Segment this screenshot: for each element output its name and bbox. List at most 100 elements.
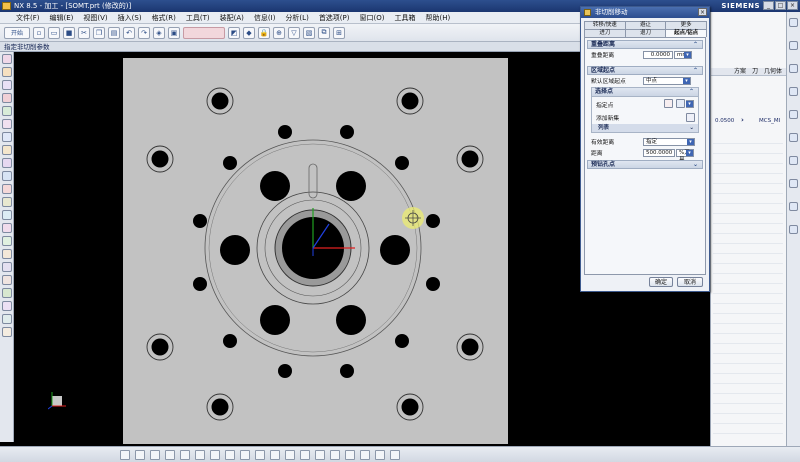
generate-toolpath-icon[interactable]: [1, 171, 12, 181]
tab-engage[interactable]: 进刀: [584, 29, 626, 37]
menu-insert[interactable]: 插入(S): [118, 13, 142, 23]
shaded-icon[interactable]: [180, 449, 190, 460]
tab-transfer-rapid[interactable]: 转移/快速: [584, 21, 626, 29]
list-icon[interactable]: [1, 314, 12, 324]
create-program-icon[interactable]: [1, 54, 12, 64]
pan-icon[interactable]: [150, 449, 160, 460]
create-operation-icon[interactable]: [1, 106, 12, 116]
cut-icon[interactable]: ✂: [78, 26, 90, 39]
wireframe-icon[interactable]: [195, 449, 205, 460]
reuse-library-icon[interactable]: [789, 110, 798, 119]
select-points-header[interactable]: 选择点 ⌃: [592, 88, 698, 97]
menu-help[interactable]: 帮助(H): [425, 13, 450, 23]
point-on-curve-icon[interactable]: [360, 449, 370, 460]
selection-filter-icon[interactable]: [225, 449, 235, 460]
close-icon[interactable]: ×: [698, 8, 707, 16]
menu-assembly[interactable]: 装配(A): [220, 13, 244, 23]
point-type-dropdown[interactable]: [686, 100, 694, 108]
create-tool-icon[interactable]: [1, 67, 12, 77]
layer-icon[interactable]: ▧: [303, 26, 315, 39]
zoom-icon[interactable]: [135, 449, 145, 460]
simulation-icon[interactable]: [1, 288, 12, 298]
point-type-icon[interactable]: [676, 99, 685, 108]
dialog-title-bar[interactable]: 非切削移动 ×: [581, 7, 709, 18]
operation-navigator-icon[interactable]: [789, 64, 798, 73]
default-start-select[interactable]: 中点: [643, 76, 691, 85]
lock-icon[interactable]: 🔒: [258, 26, 270, 39]
machine-navigator-icon[interactable]: [789, 87, 798, 96]
menu-info[interactable]: 信息(I): [254, 13, 276, 23]
nav-col-geometry[interactable]: 几何体: [764, 68, 782, 75]
feature-icon[interactable]: [1, 236, 12, 246]
overlap-unit-select[interactable]: mm: [674, 50, 692, 59]
intersection-point-icon[interactable]: [300, 449, 310, 460]
part-navigator-icon[interactable]: [789, 41, 798, 50]
palette-icon[interactable]: [789, 179, 798, 188]
view-icon[interactable]: ▣: [168, 26, 180, 39]
distance-input[interactable]: 500.0000: [643, 148, 675, 157]
overlap-input[interactable]: 0.0000: [643, 50, 673, 59]
close-window-button[interactable]: ×: [787, 1, 798, 10]
menu-edit[interactable]: 编辑(E): [50, 13, 74, 23]
method-view-icon[interactable]: [1, 158, 12, 168]
section-icon[interactable]: [210, 449, 220, 460]
control-point-icon[interactable]: [285, 449, 295, 460]
output-icon[interactable]: [1, 301, 12, 311]
create-method-icon[interactable]: [1, 93, 12, 103]
command-finder-icon[interactable]: ◈: [153, 26, 165, 39]
bounded-grid-icon[interactable]: [390, 449, 400, 460]
measure-icon[interactable]: ⊞: [333, 26, 345, 39]
navigator-rows[interactable]: [713, 134, 783, 434]
options-icon[interactable]: [1, 275, 12, 285]
system-materials-icon[interactable]: [789, 225, 798, 234]
verify-toolpath-icon[interactable]: [1, 197, 12, 207]
copy-view-icon[interactable]: ⧉: [318, 26, 330, 39]
menu-preferences[interactable]: 首选项(P): [319, 13, 350, 23]
start-button[interactable]: 开始: [4, 26, 30, 39]
new-file-icon[interactable]: ▫: [33, 26, 45, 39]
create-geometry-icon[interactable]: [1, 80, 12, 90]
chevron-up-icon[interactable]: ⌃: [693, 41, 698, 49]
misc-icon[interactable]: [1, 327, 12, 337]
valid-distance-select[interactable]: 指定: [643, 137, 695, 146]
menu-toolbox[interactable]: 工具箱: [394, 13, 415, 23]
assembly-navigator-icon[interactable]: [789, 18, 798, 27]
rotate-icon[interactable]: [165, 449, 175, 460]
snap-icon[interactable]: ⊕: [273, 26, 285, 39]
point-dialog-icon[interactable]: [664, 99, 673, 108]
menu-view[interactable]: 视图(V): [83, 13, 107, 23]
tab-start-drill-points[interactable]: 起点/钻点: [665, 29, 708, 37]
menu-file[interactable]: 文件(F): [16, 13, 40, 23]
menu-window[interactable]: 窗口(O): [360, 13, 385, 23]
overlap-section-header[interactable]: 重叠距离 ⌃: [587, 40, 703, 49]
end-point-icon[interactable]: [255, 449, 265, 460]
ok-button[interactable]: 确定: [649, 277, 673, 287]
distance-unit-select[interactable]: %刀具: [676, 148, 694, 163]
region-start-header[interactable]: 区域起点 ⌃: [587, 66, 703, 75]
open-file-icon[interactable]: ▭: [48, 26, 60, 39]
chevron-down-icon[interactable]: ⌄: [689, 124, 694, 132]
list-bar[interactable]: 列表 ⌄: [592, 124, 698, 132]
shop-doc-icon[interactable]: [1, 223, 12, 233]
render-style-icon[interactable]: ◆: [243, 26, 255, 39]
chevron-down-icon[interactable]: ⌄: [693, 161, 698, 169]
chevron-right-icon[interactable]: ›: [741, 116, 744, 124]
copy-icon[interactable]: ❐: [93, 26, 105, 39]
mid-point-icon[interactable]: [270, 449, 280, 460]
undo-icon[interactable]: ↶: [123, 26, 135, 39]
save-icon[interactable]: ■: [63, 26, 75, 39]
nav-col-tool[interactable]: 刀: [752, 68, 758, 75]
tab-more[interactable]: 更多: [665, 21, 708, 29]
existing-point-icon[interactable]: [345, 449, 355, 460]
orient-icon[interactable]: ◩: [228, 26, 240, 39]
graphics-window[interactable]: [14, 52, 600, 446]
machine-tool-view-icon[interactable]: [1, 132, 12, 142]
menu-analysis[interactable]: 分析(L): [285, 13, 308, 23]
cancel-button[interactable]: 取消: [677, 277, 703, 287]
history-icon[interactable]: [789, 133, 798, 142]
chevron-up-icon[interactable]: ⌃: [693, 67, 698, 75]
paste-icon[interactable]: ▤: [108, 26, 120, 39]
tab-avoidance[interactable]: 避让: [624, 21, 667, 29]
snap-point-icon[interactable]: [240, 449, 250, 460]
maximize-button[interactable]: □: [775, 1, 786, 10]
